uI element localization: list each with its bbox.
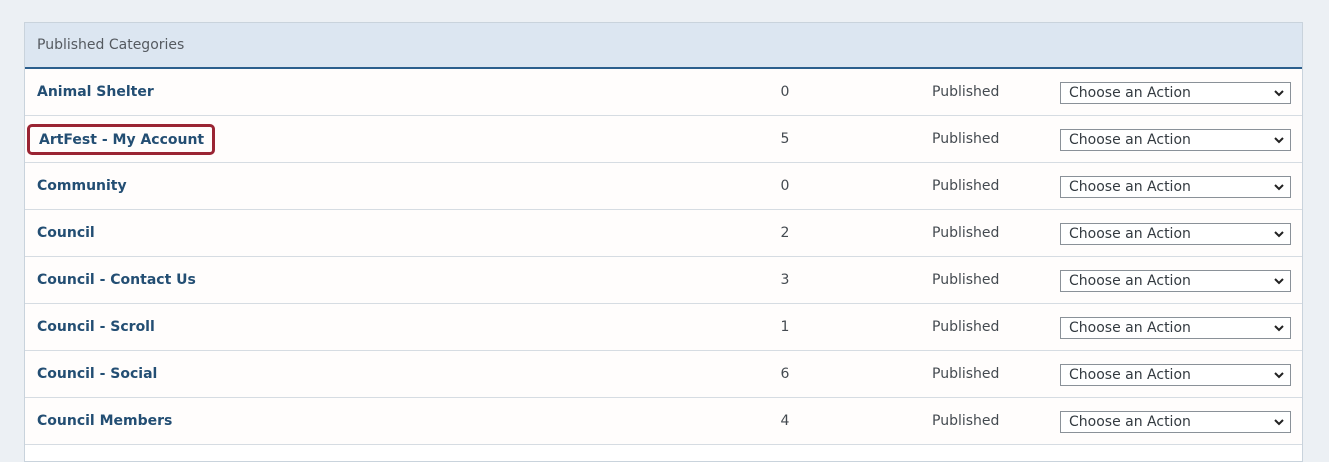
status-text: Published [932, 131, 1000, 147]
item-count: 6 [780, 366, 790, 382]
status-text: Published [932, 178, 1000, 194]
action-select[interactable]: Choose an Action [1060, 411, 1291, 433]
chevron-down-icon [1274, 137, 1284, 144]
item-count: 1 [780, 319, 790, 335]
panel-title: Published Categories [37, 37, 185, 53]
chevron-down-icon [1274, 90, 1284, 97]
status-text: Published [932, 225, 1000, 241]
action-select[interactable]: Choose an Action [1060, 364, 1291, 386]
panel-header: Published Categories [25, 23, 1302, 69]
action-select-value: Choose an Action [1069, 179, 1191, 195]
category-link[interactable]: Council - Scroll [37, 304, 155, 350]
table-row: Council - Social 6 Published Choose an A… [25, 351, 1302, 398]
category-link[interactable]: Council Members [37, 398, 172, 444]
item-count: 5 [780, 131, 790, 147]
action-select[interactable]: Choose an Action [1060, 223, 1291, 245]
table-row: ArtFest - My Account 5 Published Choose … [25, 116, 1302, 163]
item-count: 2 [780, 225, 790, 241]
action-select-value: Choose an Action [1069, 367, 1191, 383]
item-count: 3 [780, 272, 790, 288]
action-select-value: Choose an Action [1069, 132, 1191, 148]
chevron-down-icon [1274, 184, 1284, 191]
chevron-down-icon [1274, 372, 1284, 379]
table-row: Community 0 Published Choose an Action [25, 163, 1302, 210]
action-select-value: Choose an Action [1069, 85, 1191, 101]
status-text: Published [932, 84, 1000, 100]
action-select[interactable]: Choose an Action [1060, 176, 1291, 198]
chevron-down-icon [1274, 419, 1284, 426]
category-link[interactable]: Council [37, 210, 95, 256]
action-select-value: Choose an Action [1069, 226, 1191, 242]
item-count: 0 [780, 84, 790, 100]
action-select[interactable]: Choose an Action [1060, 82, 1291, 104]
action-select-value: Choose an Action [1069, 273, 1191, 289]
table-row: Council 2 Published Choose an Action [25, 210, 1302, 257]
published-categories-panel: Published Categories Animal Shelter 0 Pu… [24, 22, 1303, 462]
category-link[interactable]: Council - Contact Us [37, 257, 196, 303]
action-select[interactable]: Choose an Action [1060, 317, 1291, 339]
category-link[interactable]: Council - Social [37, 351, 157, 397]
table-row: Council - Contact Us 3 Published Choose … [25, 257, 1302, 304]
status-text: Published [932, 413, 1000, 429]
category-link-highlighted[interactable]: ArtFest - My Account [27, 124, 216, 155]
status-text: Published [932, 272, 1000, 288]
category-link[interactable]: Community [37, 163, 127, 209]
item-count: 0 [780, 178, 790, 194]
chevron-down-icon [1274, 231, 1284, 238]
action-select-value: Choose an Action [1069, 320, 1191, 336]
status-text: Published [932, 319, 1000, 335]
action-select[interactable]: Choose an Action [1060, 270, 1291, 292]
table-row: Council - Scroll 1 Published Choose an A… [25, 304, 1302, 351]
table-row: Council Members 4 Published Choose an Ac… [25, 398, 1302, 445]
chevron-down-icon [1274, 278, 1284, 285]
action-select[interactable]: Choose an Action [1060, 129, 1291, 151]
action-select-value: Choose an Action [1069, 414, 1191, 430]
chevron-down-icon [1274, 325, 1284, 332]
status-text: Published [932, 366, 1000, 382]
item-count: 4 [780, 413, 790, 429]
category-link[interactable]: Animal Shelter [37, 69, 154, 115]
table-row: Animal Shelter 0 Published Choose an Act… [25, 69, 1302, 116]
